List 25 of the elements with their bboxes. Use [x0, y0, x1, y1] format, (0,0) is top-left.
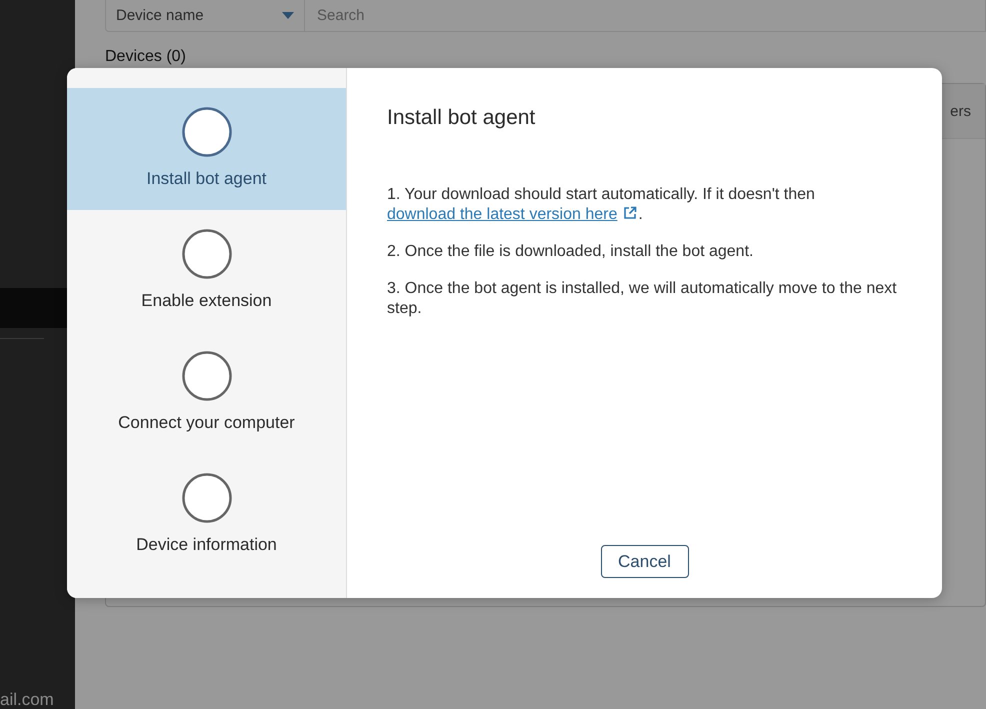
instruction-text: 3. Once the bot agent is installed, we will automatically move to the next step. [387, 279, 898, 319]
instruction-text: 1. Your download should start automatically. If it doesn't then download the latest version here . [387, 185, 816, 225]
column-header: ers [950, 102, 971, 120]
step-item[interactable]: Device information [67, 454, 346, 576]
external-link-icon [623, 206, 638, 220]
step-label: Install bot agent [146, 169, 267, 189]
search-field[interactable]: Search [305, 0, 986, 32]
user-email: ail.com [0, 691, 55, 709]
dialog-title: Install bot agent [387, 106, 536, 130]
step-circle-icon [182, 229, 232, 279]
step-circle-icon [182, 473, 232, 523]
step-item[interactable]: Install bot agent [67, 88, 346, 210]
download-link[interactable]: download the latest version here [387, 206, 618, 223]
instruction-text: 2. Once the file is downloaded, install the bot agent. [387, 242, 754, 262]
step-item[interactable]: Enable extension [67, 210, 346, 332]
step-label: Connect your computer [118, 413, 295, 433]
step-circle-icon [182, 351, 232, 401]
devices-heading: Devices (0) [105, 48, 187, 66]
device-name-dropdown[interactable]: Device name [105, 0, 305, 32]
cancel-button[interactable]: Cancel [600, 545, 688, 578]
caret-icon [282, 12, 294, 20]
step-label: Enable extension [141, 291, 272, 311]
step-label: Device information [136, 535, 277, 555]
step-item[interactable]: Connect your computer [67, 332, 346, 454]
step-circle-icon [182, 107, 232, 157]
